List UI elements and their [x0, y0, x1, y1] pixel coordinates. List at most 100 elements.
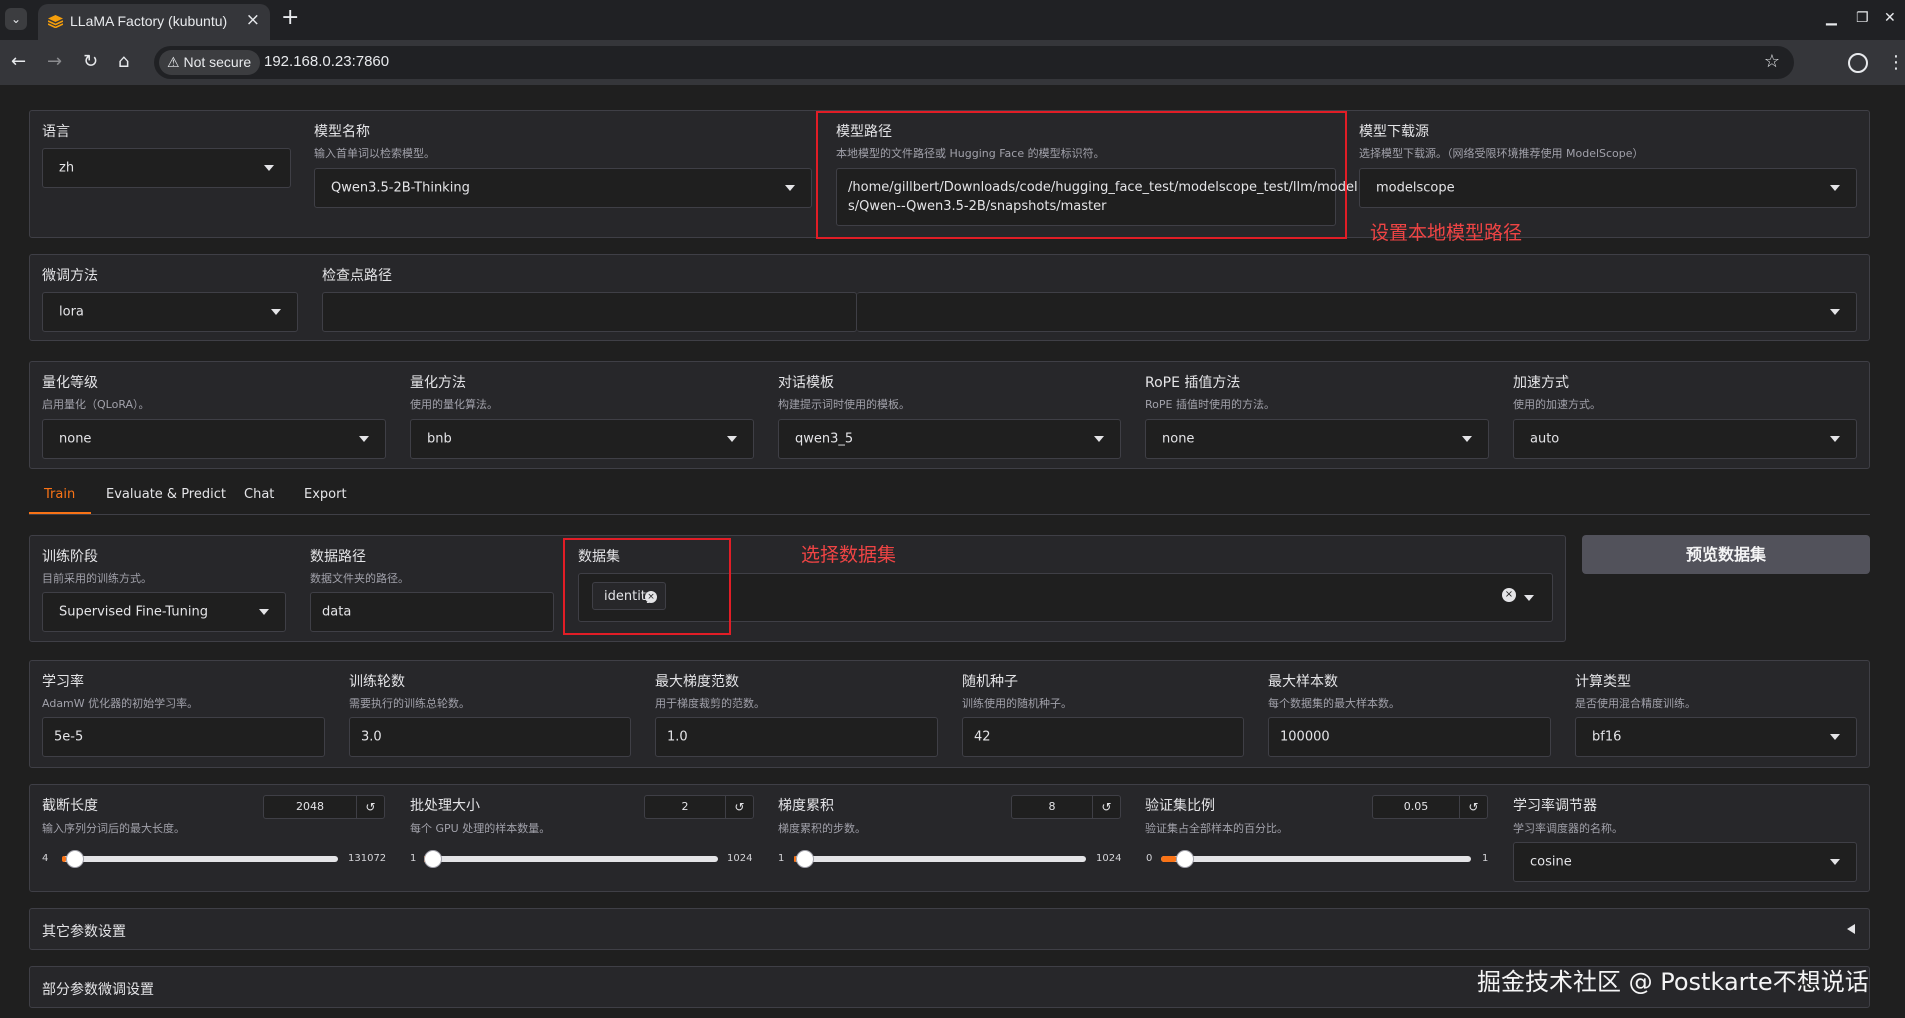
reset-icon[interactable]: ↺ [725, 796, 753, 818]
cutoff-len-number[interactable]: 2048 ↺ [263, 795, 385, 819]
url-text[interactable]: 192.168.0.23:7860 [264, 53, 389, 70]
browser-tab[interactable]: LLaMA Factory (kubuntu) × [38, 4, 270, 40]
bookmark-star-icon[interactable]: ☆ [1764, 51, 1780, 72]
tab-chat[interactable]: Chat [244, 487, 274, 502]
grad-accum-number[interactable]: 8 ↺ [1011, 795, 1121, 819]
max-samples-input[interactable]: 100000 [1268, 717, 1551, 757]
seed-input[interactable]: 42 [962, 717, 1244, 757]
tab-evaluate-predict[interactable]: Evaluate & Predict [106, 487, 226, 502]
home-icon[interactable]: ⌂ [118, 51, 129, 72]
collapse-arrow-icon [1847, 924, 1855, 934]
new-tab-icon[interactable]: + [281, 5, 299, 30]
template-label: 对话模板 [778, 375, 834, 391]
lr-scheduler-info: 学习率调度器的名称。 [1513, 822, 1623, 835]
hub-dropdown[interactable]: modelscope [1359, 168, 1857, 208]
val-size-label: 验证集比例 [1145, 798, 1215, 814]
quant-method-dropdown[interactable]: bnb [410, 419, 754, 459]
close-window-icon[interactable]: ✕ [1884, 10, 1896, 26]
rope-info: RoPE 插值时使用的方法。 [1145, 398, 1275, 411]
chevron-down-icon [727, 436, 737, 442]
hub-label: 模型下载源 [1359, 124, 1429, 140]
checkpoint-label: 检查点路径 [322, 268, 392, 284]
slider-thumb[interactable] [1175, 850, 1194, 868]
lr-info: AdamW 优化器的初始学习率。 [42, 697, 199, 710]
epochs-info: 需要执行的训练总轮数。 [349, 697, 470, 710]
slider-thumb[interactable] [66, 850, 85, 868]
booster-dropdown[interactable]: auto [1513, 419, 1857, 459]
template-dropdown[interactable]: qwen3_5 [778, 419, 1121, 459]
minimize-icon[interactable]: ▁ [1826, 10, 1837, 26]
reset-icon[interactable]: ↺ [356, 796, 384, 818]
not-secure-badge[interactable]: ⚠ Not secure [159, 50, 261, 75]
forward-icon[interactable]: → [47, 51, 62, 72]
close-tab-icon[interactable]: × [246, 10, 260, 30]
booster-label: 加速方式 [1513, 375, 1569, 391]
reset-icon[interactable]: ↺ [1459, 796, 1487, 818]
lr-scheduler-dropdown[interactable]: cosine [1513, 842, 1857, 882]
freeze-args-label: 部分参数微调设置 [42, 982, 154, 998]
dataset-dir-label: 数据路径 [310, 549, 366, 565]
dataset-annotation-box [563, 538, 731, 635]
batch-size-slider[interactable] [424, 850, 718, 868]
quant-bit-dropdown[interactable]: none [42, 419, 386, 459]
warning-icon: ⚠ [167, 54, 180, 70]
seed-info: 训练使用的随机种子。 [962, 697, 1072, 710]
lang-dropdown[interactable]: zh [42, 148, 291, 188]
browser-toolbar: ← → ↻ ⌂ ⚠ Not secure 192.168.0.23:7860 ☆ [0, 40, 1905, 85]
grad-accum-label: 梯度累积 [778, 798, 834, 814]
max-samples-info: 每个数据集的最大样本数。 [1268, 697, 1400, 710]
cutoff-len-min: 4 [42, 853, 49, 864]
reload-icon[interactable]: ↻ [83, 51, 98, 72]
address-bar[interactable]: ⚠ Not secure 192.168.0.23:7860 ☆ [154, 46, 1794, 79]
lr-label: 学习率 [42, 674, 84, 690]
max-grad-norm-label: 最大梯度范数 [655, 674, 739, 690]
browser-menu-icon[interactable]: ⋮ [1887, 52, 1905, 73]
dataset-dir-input[interactable]: data [310, 592, 554, 632]
profile-avatar-icon[interactable] [1848, 53, 1868, 73]
lr-scheduler-label: 学习率调节器 [1513, 798, 1597, 814]
checkpoint-dropdown-ext[interactable] [857, 292, 1857, 332]
grad-accum-max: 1024 [1096, 853, 1122, 864]
clear-icon[interactable]: × [1502, 588, 1516, 602]
finetune-method-label: 微调方法 [42, 268, 98, 284]
grad-accum-slider[interactable] [794, 850, 1086, 868]
val-size-min: 0 [1146, 853, 1153, 864]
main-tabs: Train Evaluate & Predict Chat Export [29, 487, 1870, 515]
val-size-number[interactable]: 0.05 ↺ [1372, 795, 1488, 819]
model-name-dropdown[interactable]: Qwen3.5-2B-Thinking [314, 168, 812, 208]
rope-dropdown[interactable]: none [1145, 419, 1489, 459]
batch-size-number[interactable]: 2 ↺ [644, 795, 754, 819]
slider-thumb[interactable] [795, 850, 814, 868]
reset-icon[interactable]: ↺ [1092, 796, 1120, 818]
model-name-label: 模型名称 [314, 124, 370, 140]
rope-label: RoPE 插值方法 [1145, 375, 1241, 391]
grad-accum-min: 1 [778, 853, 785, 864]
lr-input[interactable]: 5e-5 [42, 717, 325, 757]
cutoff-len-info: 输入序列分词后的最大长度。 [42, 822, 185, 835]
checkpoint-dropdown[interactable] [322, 292, 857, 332]
back-icon[interactable]: ← [11, 51, 26, 72]
finetune-method-dropdown[interactable]: lora [42, 292, 298, 332]
tab-export[interactable]: Export [304, 487, 347, 502]
maximize-icon[interactable]: ❐ [1856, 10, 1869, 26]
compute-type-label: 计算类型 [1575, 674, 1631, 690]
tab-train[interactable]: Train [44, 487, 75, 502]
extra-args-accordion[interactable]: 其它参数设置 [29, 908, 1870, 950]
cutoff-len-slider[interactable] [62, 850, 338, 868]
preview-dataset-button[interactable]: 预览数据集 [1582, 535, 1870, 574]
chevron-down-icon [1830, 859, 1840, 865]
chevron-down-icon [1830, 309, 1840, 315]
chevron-down-icon [785, 185, 795, 191]
stage-dropdown[interactable]: Supervised Fine-Tuning [42, 592, 286, 632]
max-grad-norm-input[interactable]: 1.0 [655, 717, 938, 757]
cutoff-len-max: 131072 [348, 853, 387, 864]
booster-info: 使用的加速方式。 [1513, 398, 1601, 411]
chevron-down-icon [271, 309, 281, 315]
template-info: 构建提示词时使用的模板。 [778, 398, 910, 411]
val-size-slider[interactable] [1161, 850, 1471, 868]
extra-args-label: 其它参数设置 [42, 924, 126, 940]
tab-search-button[interactable]: ⌄ [5, 8, 27, 30]
slider-fill [1161, 856, 1177, 862]
compute-type-dropdown[interactable]: bf16 [1575, 717, 1857, 757]
epochs-input[interactable]: 3.0 [349, 717, 631, 757]
